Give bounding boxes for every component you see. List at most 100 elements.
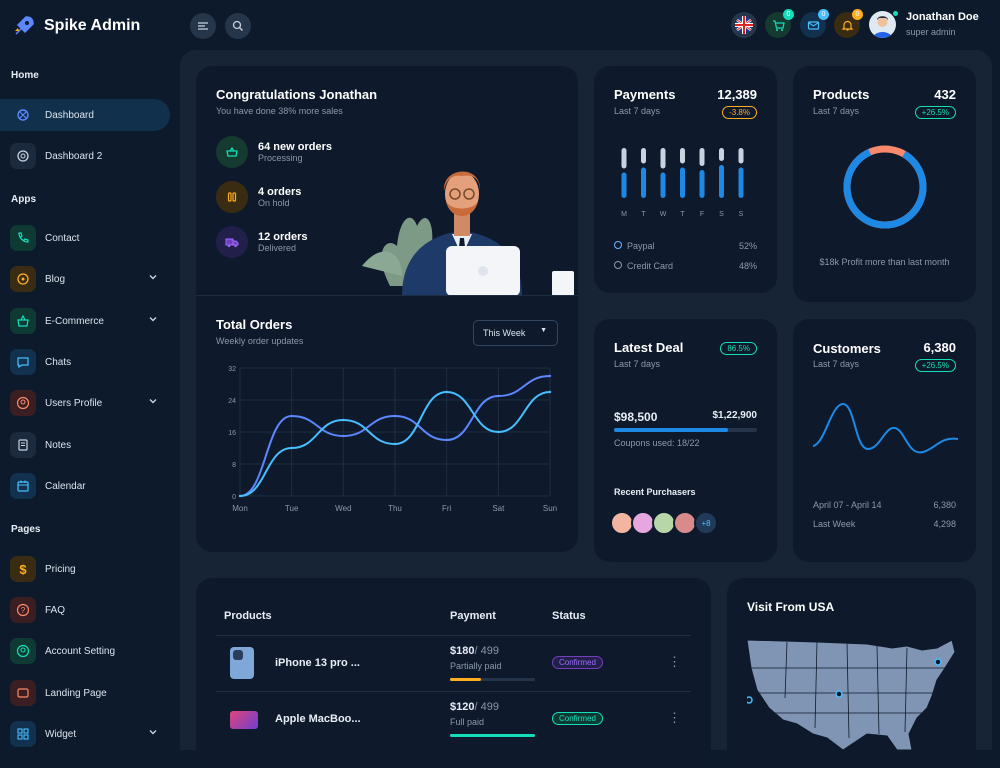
payments-change-badge: -3.8% bbox=[722, 106, 757, 119]
pause-icon bbox=[216, 181, 248, 213]
data-point bbox=[342, 434, 345, 438]
more-purchasers-badge[interactable]: +8 bbox=[694, 511, 718, 535]
products-title: Products bbox=[813, 87, 870, 102]
products-table-card: Products Payment Status iPhone 13 pro ..… bbox=[196, 578, 711, 768]
payment-bar-lower bbox=[738, 167, 744, 198]
x-tick-label: Mon bbox=[232, 504, 248, 513]
cart-count-badge: 0 bbox=[783, 9, 794, 20]
sidebar-item-ecommerce[interactable]: E-Commerce bbox=[0, 305, 170, 337]
user-circle-icon bbox=[10, 390, 36, 416]
sidebar: Spike Admin Home Dashboard Dashboard 2 A… bbox=[0, 0, 180, 750]
user-role: super admin bbox=[906, 27, 956, 37]
row-menu-icon[interactable]: ⋮ bbox=[668, 654, 681, 670]
sidebar-item-label: Users Profile bbox=[45, 397, 103, 409]
data-point bbox=[548, 374, 552, 378]
payment-bar-lower bbox=[719, 165, 724, 198]
stat-on-hold: 4 orders On hold bbox=[216, 181, 301, 213]
iphone-thumbnail bbox=[230, 647, 254, 679]
payments-value: 12,389 bbox=[717, 87, 757, 102]
rocket-icon bbox=[15, 16, 34, 35]
products-note: $18k Profit more than last month bbox=[819, 257, 950, 267]
day-label: T bbox=[641, 211, 646, 218]
app-logo[interactable]: Spike Admin bbox=[12, 14, 140, 38]
stat-subtitle: Delivered bbox=[258, 243, 297, 253]
sidebar-item-label: Contact bbox=[45, 232, 80, 244]
customers-subtitle: Last 7 days bbox=[813, 359, 860, 369]
chevron-down-icon bbox=[149, 399, 157, 404]
deal-target: $1,22,900 bbox=[712, 410, 758, 421]
payment-bar-upper bbox=[680, 148, 685, 164]
period-select[interactable]: This Week ▼ bbox=[473, 320, 558, 346]
table-row[interactable]: iPhone 13 pro ... $180/ 499 Partially pa… bbox=[216, 636, 691, 692]
usa-map[interactable] bbox=[747, 638, 957, 750]
aperture-icon bbox=[10, 143, 36, 169]
y-tick-label: 0 bbox=[232, 494, 236, 501]
x-tick-label: Sun bbox=[543, 504, 557, 513]
sidebar-item-notes[interactable]: Notes bbox=[0, 429, 170, 461]
deal-amount: $98,500 bbox=[614, 410, 658, 424]
payment-bar-upper bbox=[738, 148, 744, 164]
circle-icon bbox=[614, 261, 622, 269]
status-badge: Confirmed bbox=[552, 712, 603, 725]
cart-button[interactable]: 0 bbox=[765, 9, 794, 38]
customers-value: 6,380 bbox=[923, 340, 956, 355]
sidebar-item-account-setting[interactable]: Account Setting bbox=[0, 635, 170, 667]
payment-state: Full paid bbox=[450, 717, 485, 727]
caret-down-icon: ▼ bbox=[540, 327, 547, 334]
sidebar-item-label: Dashboard bbox=[45, 109, 94, 121]
mail-icon bbox=[807, 20, 819, 30]
sidebar-item-landing-page[interactable]: Landing Page bbox=[0, 677, 170, 709]
total-orders-chart: 32 24 16 8 0 Mon Tue Wed Thu Fri Sat Sun bbox=[228, 366, 557, 513]
sidebar-item-dashboard-2[interactable]: Dashboard 2 bbox=[0, 140, 170, 172]
sidebar-item-widget[interactable]: Widget bbox=[0, 718, 170, 750]
orders-title: Total Orders bbox=[216, 317, 293, 332]
y-tick-label: 24 bbox=[228, 398, 236, 405]
phone-icon bbox=[10, 225, 36, 251]
online-status-dot bbox=[892, 10, 899, 17]
sidebar-item-blog[interactable]: Blog bbox=[0, 263, 170, 295]
customers-change-badge: +26.5% bbox=[914, 359, 956, 372]
donut-segment-main bbox=[843, 145, 927, 229]
user-name: Jonathan Doe bbox=[906, 11, 979, 23]
products-card: Products 432 Last 7 days +26.5% $18k Pro… bbox=[793, 66, 976, 302]
stat-subtitle: Processing bbox=[258, 153, 303, 163]
map-title: Visit From USA bbox=[747, 600, 835, 614]
table-row[interactable]: Apple MacBoo... $120/ 499 Full paid Conf… bbox=[216, 692, 691, 748]
stat-title: 64 new orders bbox=[258, 141, 332, 153]
products-change-badge: +26.5% bbox=[914, 106, 956, 119]
search-button[interactable] bbox=[225, 13, 251, 39]
notifications-button[interactable]: 0 bbox=[834, 9, 863, 38]
sidebar-item-users-profile[interactable]: Users Profile bbox=[0, 387, 170, 419]
y-tick-label: 8 bbox=[232, 462, 236, 469]
stat-subtitle: On hold bbox=[258, 198, 290, 208]
app-window-icon bbox=[10, 680, 36, 706]
legend-label: Paypal bbox=[627, 241, 655, 251]
sidebar-item-calendar[interactable]: Calendar bbox=[0, 470, 170, 502]
sidebar-item-faq[interactable]: ? FAQ bbox=[0, 594, 170, 626]
payments-legend: Paypal 52% Credit Card 48% bbox=[614, 241, 757, 271]
column-header-status: Status bbox=[552, 610, 586, 622]
sidebar-item-contact[interactable]: Contact bbox=[0, 222, 170, 254]
row-menu-icon[interactable]: ⋮ bbox=[668, 710, 681, 726]
menu-toggle-button[interactable] bbox=[190, 13, 216, 39]
section-home: Home bbox=[11, 70, 39, 81]
sidebar-item-dashboard[interactable]: Dashboard bbox=[0, 99, 170, 131]
basket-icon bbox=[10, 308, 36, 334]
legend-label: Credit Card bbox=[627, 261, 674, 271]
payment-bar-upper bbox=[621, 148, 627, 169]
sidebar-item-pricing[interactable]: $ Pricing bbox=[0, 553, 170, 585]
mail-button[interactable]: 0 bbox=[800, 9, 829, 38]
payments-bar-chart: MTWTFSS bbox=[621, 148, 744, 218]
payment-bar-lower bbox=[660, 172, 666, 198]
sidebar-item-chats[interactable]: Chats bbox=[0, 346, 170, 378]
day-label: W bbox=[660, 211, 667, 218]
customers-line-chart bbox=[813, 402, 958, 454]
chevron-down-icon bbox=[149, 730, 157, 735]
products-subtitle: Last 7 days bbox=[813, 106, 860, 116]
customers-row: April 07 - April 14 6,380 bbox=[813, 500, 956, 510]
data-point bbox=[445, 390, 448, 394]
payment-total: / 499 bbox=[474, 701, 499, 713]
customers-row-label: Last Week bbox=[813, 519, 856, 529]
language-button[interactable] bbox=[731, 12, 757, 38]
deal-change-badge: 86.5% bbox=[720, 342, 757, 355]
